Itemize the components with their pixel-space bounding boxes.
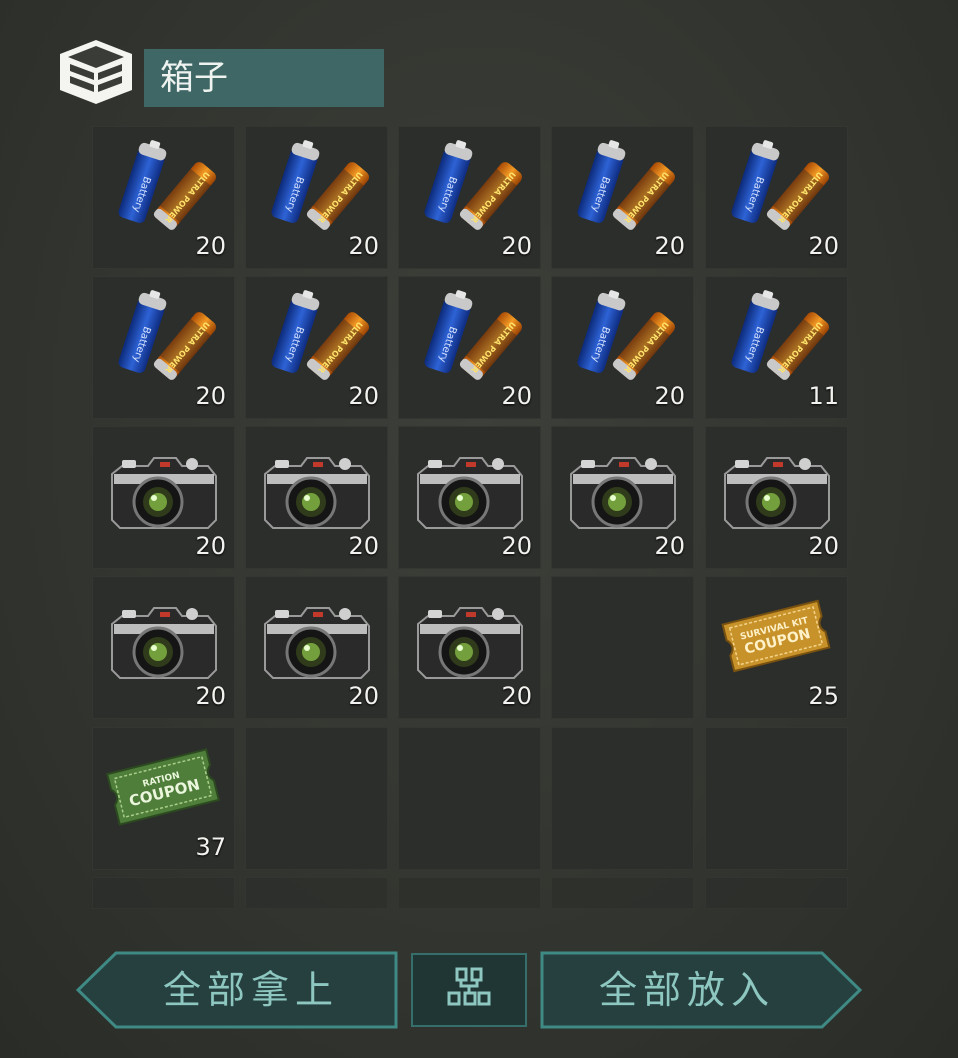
slot-quantity: 20 [195, 682, 226, 710]
take-all-button[interactable]: 全部拿上 [76, 951, 398, 1029]
inventory-slot-camera[interactable]: 20 [398, 576, 541, 719]
inventory-slot-camera[interactable]: 20 [245, 426, 388, 569]
inventory-slot-empty[interactable] [245, 727, 388, 870]
inventory-slot-battery[interactable]: Battery ULTRA POWER 20 [398, 126, 541, 269]
battery-icon: Battery ULTRA POWER [731, 290, 829, 380]
inventory-slot-empty[interactable] [551, 576, 694, 719]
inventory-slot-camera[interactable]: 20 [398, 426, 541, 569]
slot-quantity: 20 [654, 382, 685, 410]
ration-coupon-icon: RATION COUPON [106, 748, 220, 826]
take-all-label: 全部拿上 [162, 968, 339, 1012]
battery-icon: Battery ULTRA POWER [118, 140, 216, 230]
battery-icon: Battery ULTRA POWER [424, 290, 522, 380]
slot-peek [398, 877, 541, 909]
slot-quantity: 20 [501, 532, 532, 560]
inventory-slot-empty[interactable] [551, 727, 694, 870]
slot-peek [92, 877, 235, 909]
inventory-slot-battery[interactable]: Battery ULTRA POWER 20 [92, 126, 235, 269]
slot-quantity: 20 [348, 232, 379, 260]
inventory-slot-camera[interactable]: 20 [92, 426, 235, 569]
camera-icon [264, 457, 370, 529]
sort-button[interactable] [411, 953, 527, 1027]
battery-icon: Battery ULTRA POWER [271, 290, 369, 380]
slot-quantity: 20 [348, 532, 379, 560]
battery-icon: Battery ULTRA POWER [118, 290, 216, 380]
inventory-slot-camera[interactable]: 20 [705, 426, 848, 569]
put-all-button[interactable]: 全部放入 [540, 951, 862, 1029]
inventory-slot-empty[interactable] [398, 727, 541, 870]
slot-quantity: 25 [808, 682, 839, 710]
inventory-slot-survival-kit-coupon[interactable]: SURVIVAL KIT COUPON 25 [705, 576, 848, 719]
inventory-slot-battery[interactable]: Battery ULTRA POWER 20 [398, 276, 541, 419]
slot-quantity: 20 [808, 232, 839, 260]
inventory-slot-empty[interactable] [705, 727, 848, 870]
inventory-slot-ration-coupon[interactable]: RATION COUPON 37 [92, 727, 235, 870]
slot-quantity: 37 [195, 833, 226, 861]
battery-icon: Battery ULTRA POWER [271, 140, 369, 230]
put-all-label: 全部放入 [598, 968, 775, 1012]
slot-quantity: 20 [654, 532, 685, 560]
inventory-slot-battery[interactable]: Battery ULTRA POWER 20 [92, 276, 235, 419]
slot-quantity: 20 [195, 532, 226, 560]
slot-peek [551, 877, 694, 909]
camera-icon [111, 607, 217, 679]
inventory-slot-battery[interactable]: Battery ULTRA POWER 20 [551, 276, 694, 419]
inventory-slot-battery[interactable]: Battery ULTRA POWER 11 [705, 276, 848, 419]
slot-quantity: 20 [501, 232, 532, 260]
slot-quantity: 20 [654, 232, 685, 260]
battery-icon: Battery ULTRA POWER [731, 140, 829, 230]
inventory-slot-battery[interactable]: Battery ULTRA POWER 20 [705, 126, 848, 269]
camera-icon [417, 607, 523, 679]
inventory-slot-camera[interactable]: 20 [245, 576, 388, 719]
battery-icon: Battery ULTRA POWER [577, 290, 675, 380]
slot-quantity: 20 [501, 382, 532, 410]
slot-quantity: 20 [195, 232, 226, 260]
inventory-slot-battery[interactable]: Battery ULTRA POWER 20 [245, 276, 388, 419]
camera-icon [417, 457, 523, 529]
grid-sort-icon [447, 967, 491, 1006]
slot-quantity: 20 [808, 532, 839, 560]
camera-icon [724, 457, 830, 529]
battery-icon: Battery ULTRA POWER [424, 140, 522, 230]
slot-quantity: 20 [195, 382, 226, 410]
inventory-slot-camera[interactable]: 20 [551, 426, 694, 569]
slot-peek [245, 877, 388, 909]
inventory-slot-camera[interactable]: 20 [92, 576, 235, 719]
box-icon [60, 40, 132, 104]
slot-quantity: 20 [348, 382, 379, 410]
container-title: 箱子 [144, 49, 384, 107]
camera-icon [264, 607, 370, 679]
slot-quantity: 11 [808, 382, 839, 410]
camera-icon [570, 457, 676, 529]
inventory-slot-battery[interactable]: Battery ULTRA POWER 20 [551, 126, 694, 269]
inventory-slot-battery[interactable]: Battery ULTRA POWER 20 [245, 126, 388, 269]
camera-icon [111, 457, 217, 529]
slot-quantity: 20 [348, 682, 379, 710]
battery-icon: Battery ULTRA POWER [577, 140, 675, 230]
slot-quantity: 20 [501, 682, 532, 710]
slot-peek [705, 877, 848, 909]
survival-kit-coupon-icon: SURVIVAL KIT COUPON [721, 599, 831, 673]
